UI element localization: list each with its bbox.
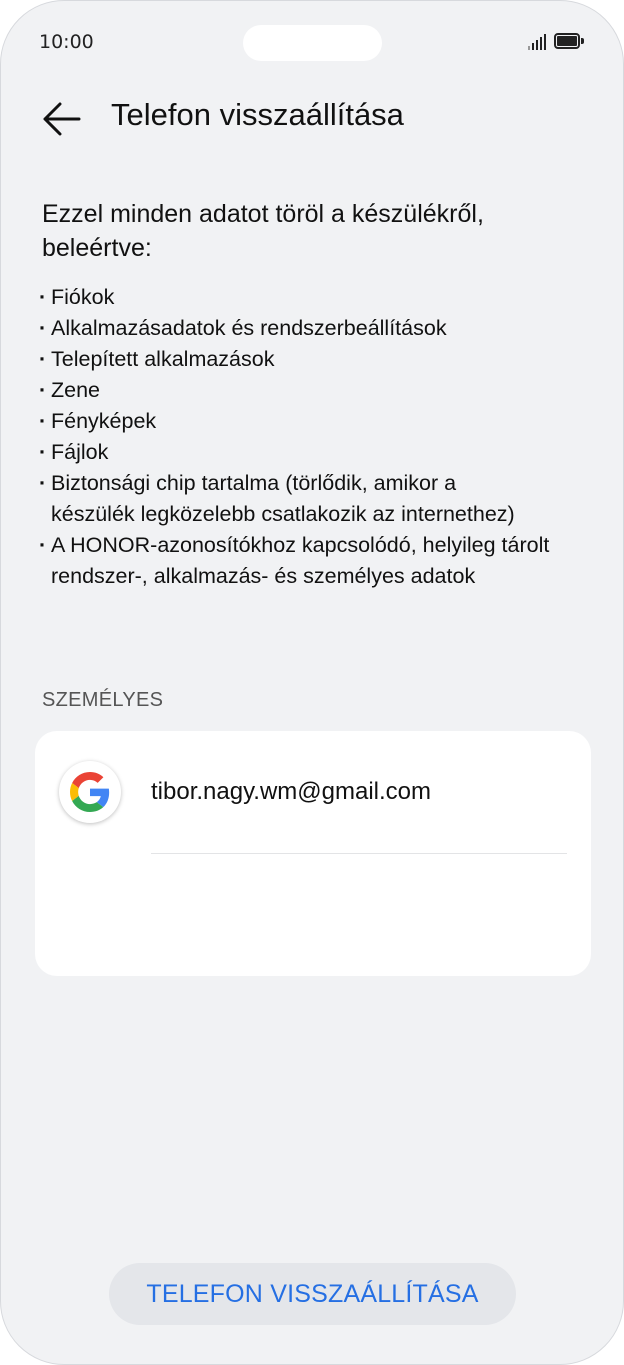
account-card: tibor.nagy.wm@gmail.com (35, 731, 591, 976)
intro-text: Ezzel minden adatot töröl a készülékről,… (42, 200, 484, 262)
list-item: A HONOR-azonosítókhoz kapcsolódó, helyil… (39, 530, 599, 592)
divider (151, 853, 567, 854)
list-item: Alkalmazásadatok és rendszerbeállítások (39, 313, 599, 344)
account-email: tibor.nagy.wm@gmail.com (151, 778, 432, 805)
battery-icon (554, 33, 584, 49)
page-title: Telefon visszaállítása (111, 97, 404, 132)
camera-notch (243, 25, 382, 61)
status-time: 10:00 (39, 31, 94, 53)
list-item: Fiókok (39, 282, 599, 313)
signal-icon (528, 34, 548, 50)
reset-phone-button[interactable]: TELEFON VISSZAÁLLÍTÁSA (109, 1263, 516, 1325)
list-item: Biztonsági chip tartalma (törlődik, amik… (39, 468, 521, 530)
section-label: SZEMÉLYES (42, 689, 164, 711)
data-list: Fiókok Alkalmazásadatok és rendszerbeáll… (39, 282, 599, 592)
phone-screen: 10:00 Telefon visszaállítása Ezzel minde… (0, 0, 624, 1365)
back-arrow-icon[interactable] (41, 99, 85, 139)
google-icon (59, 761, 121, 823)
list-item: Fényképek (39, 406, 599, 437)
list-item: Fájlok (39, 437, 599, 468)
list-item: Telepített alkalmazások (39, 344, 599, 375)
list-item: Zene (39, 375, 599, 406)
account-row[interactable]: tibor.nagy.wm@gmail.com (35, 731, 591, 854)
